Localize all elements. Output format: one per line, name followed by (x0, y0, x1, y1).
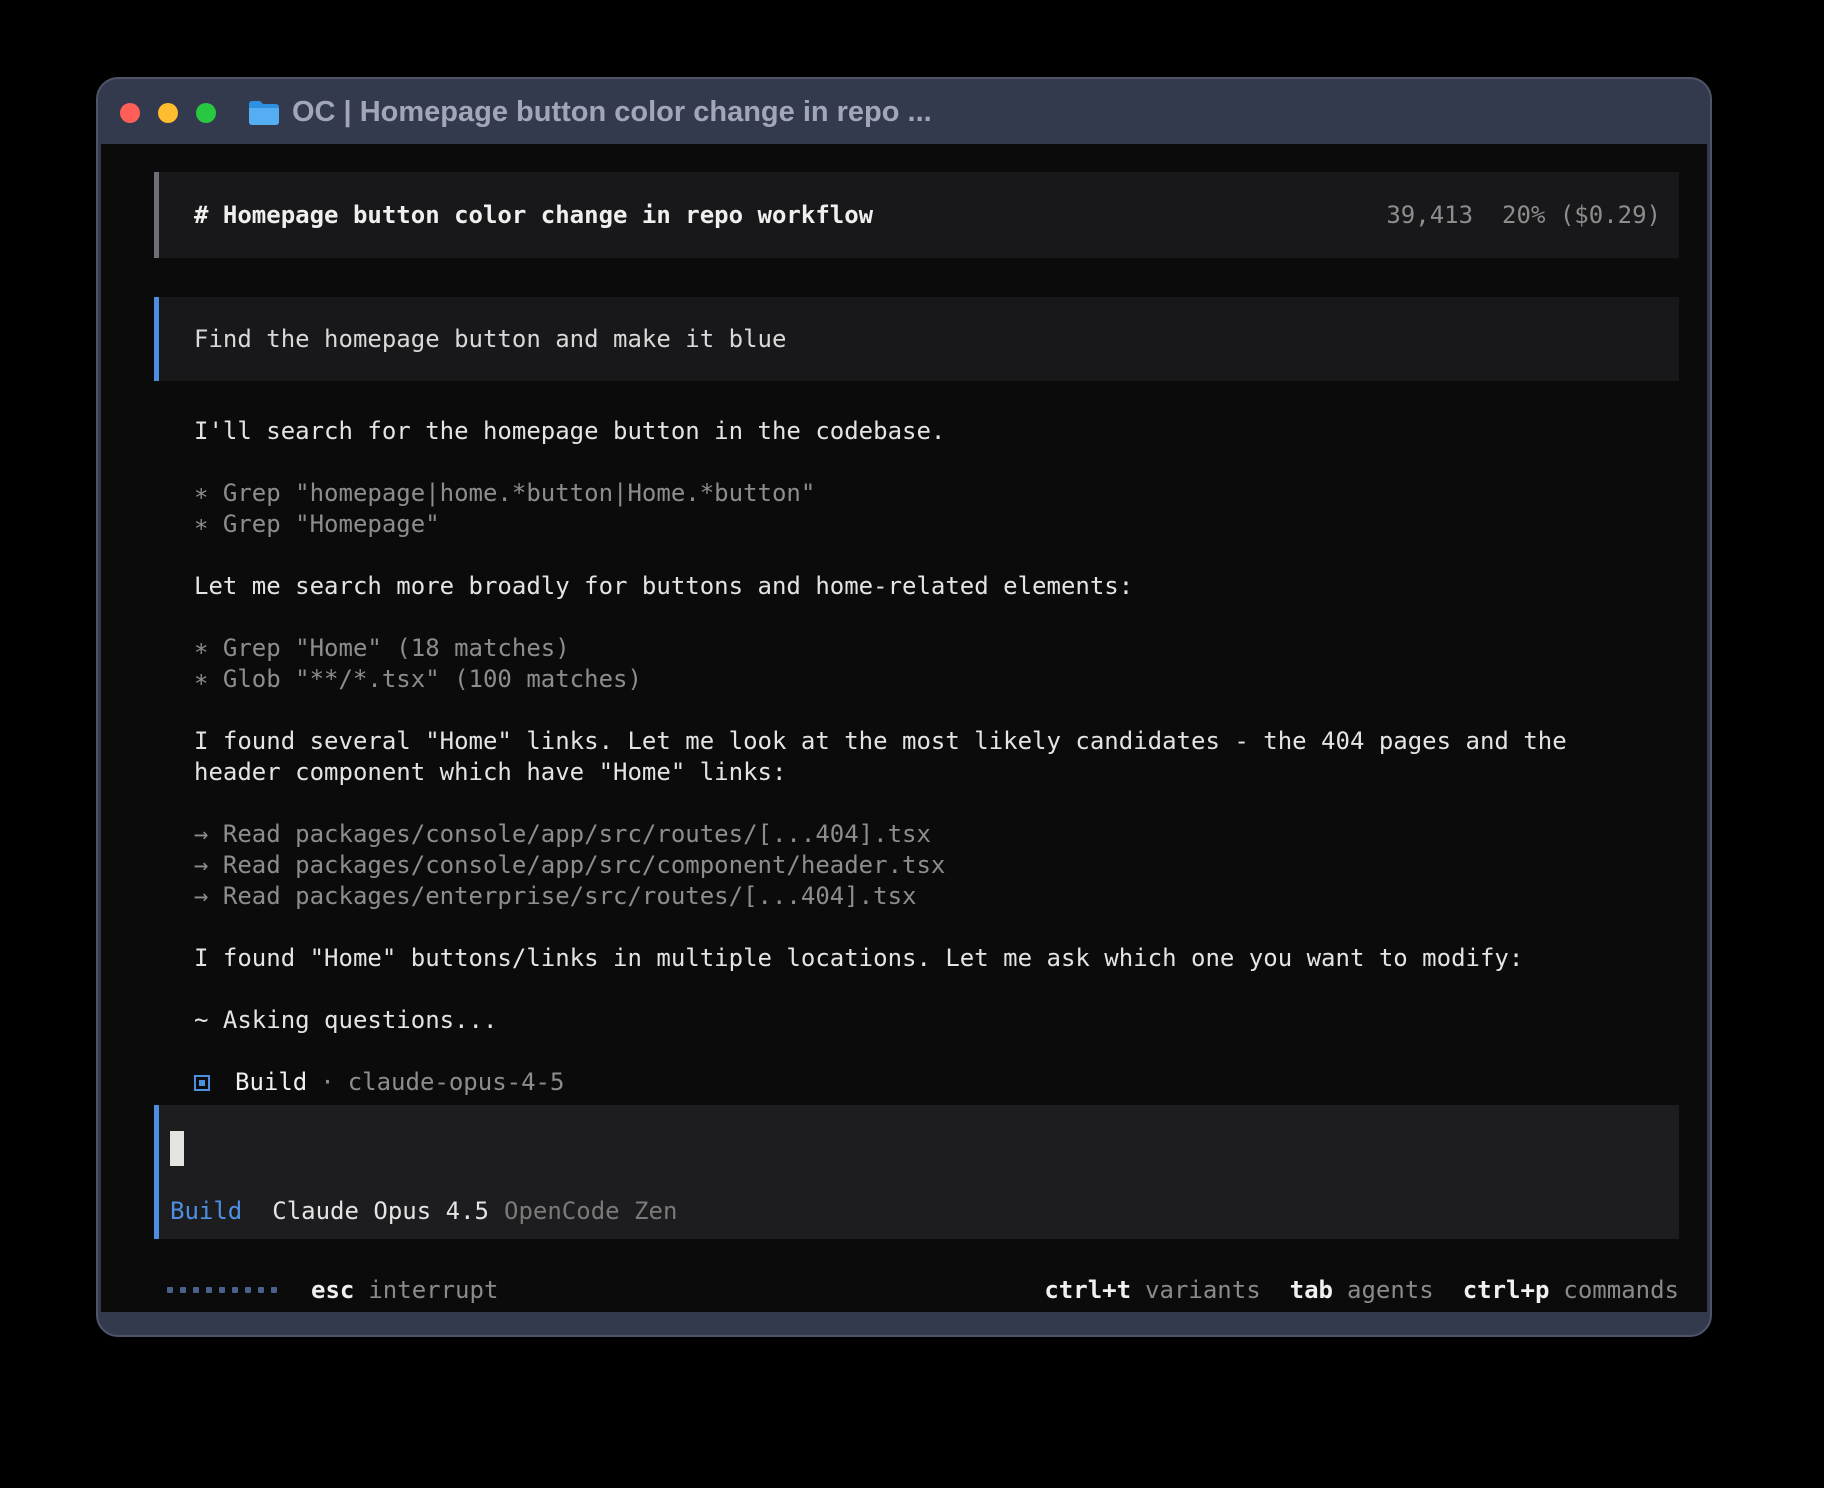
status-left: esc interrupt (154, 1276, 498, 1304)
transcript-line: → Read packages/console/app/src/routes/[… (194, 819, 1684, 850)
spinner-dot (258, 1287, 264, 1293)
shortcut-key: tab (1290, 1276, 1333, 1304)
agent-badge-name: Build (235, 1067, 307, 1098)
context-cost: 20% ($0.29) (1502, 201, 1661, 229)
transcript-line: ∗ Grep "Homepage" (194, 509, 1684, 540)
provider-label: OpenCode Zen (504, 1197, 677, 1225)
transcript-line: ∗ Grep "homepage|home.*button|Home.*butt… (194, 478, 1684, 509)
esc-key-label: esc (311, 1276, 354, 1304)
transcript-line (194, 695, 1684, 726)
status-bar: esc interrupt ctrl+t variants tab agents… (154, 1274, 1679, 1305)
session-title: # Homepage button color change in repo w… (194, 201, 873, 229)
transcript-line: header component which have "Home" links… (194, 757, 1684, 788)
folder-icon (248, 100, 280, 126)
agent-square-icon (194, 1075, 210, 1091)
transcript-line: Let me search more broadly for buttons a… (194, 571, 1684, 602)
transcript-line (194, 912, 1684, 943)
transcript-line: → Read packages/console/app/src/componen… (194, 850, 1684, 881)
spinner-dot (219, 1287, 225, 1293)
transcript-line: → Read packages/enterprise/src/routes/[.… (194, 881, 1684, 912)
shortcut-key: ctrl+p (1463, 1276, 1550, 1304)
user-message-text: Find the homepage button and make it blu… (194, 325, 786, 353)
interrupt-label: interrupt (368, 1276, 498, 1304)
shortcut-label: variants (1145, 1276, 1261, 1304)
transcript-line (194, 788, 1684, 819)
spinner-dot (206, 1287, 212, 1293)
transcript-line (194, 540, 1684, 571)
prompt-input[interactable]: Build Claude Opus 4.5 OpenCode Zen (154, 1105, 1679, 1239)
spinner-dot (180, 1287, 186, 1293)
spinner-dot (193, 1287, 199, 1293)
model-label: Claude Opus 4.5 (272, 1197, 489, 1225)
agent-badge: Build · claude-opus-4-5 (194, 1067, 1684, 1098)
transcript-line: I'll search for the homepage button in t… (194, 416, 1684, 447)
transcript: I'll search for the homepage button in t… (194, 416, 1684, 1098)
shortcut-label: agents (1347, 1276, 1434, 1304)
agent-badge-model: claude-opus-4-5 (348, 1067, 565, 1098)
spinner-dots-icon (167, 1287, 277, 1293)
transcript-line (194, 974, 1684, 1005)
spinner-dot (232, 1287, 238, 1293)
transcript-line (194, 447, 1684, 478)
session-header: # Homepage button color change in repo w… (154, 172, 1679, 258)
token-count: 39,413 (1386, 201, 1473, 229)
shortcut-commands: ctrl+p commands (1463, 1276, 1679, 1304)
transcript-line: ∗ Glob "**/*.tsx" (100 matches) (194, 664, 1684, 695)
transcript-line (194, 1036, 1684, 1067)
text-cursor (170, 1131, 184, 1166)
spinner-dot (271, 1287, 277, 1293)
close-button[interactable] (120, 103, 140, 123)
status-shortcuts: ctrl+t variants tab agents ctrl+p comman… (1044, 1276, 1679, 1304)
window-title: OC | Homepage button color change in rep… (292, 96, 932, 129)
spinner-dot (245, 1287, 251, 1293)
minimize-button[interactable] (158, 103, 178, 123)
terminal-content: # Homepage button color change in repo w… (101, 144, 1707, 1312)
shortcut-label: commands (1563, 1276, 1679, 1304)
mode-label[interactable]: Build (170, 1197, 242, 1225)
transcript-line: I found several "Home" links. Let me loo… (194, 726, 1684, 757)
shortcut-agents: tab agents (1290, 1276, 1434, 1304)
transcript-line: ∗ Grep "Home" (18 matches) (194, 633, 1684, 664)
agent-badge-separator: · (320, 1067, 334, 1098)
transcript-line: ~ Asking questions... (194, 1005, 1684, 1036)
transcript-line: I found "Home" buttons/links in multiple… (194, 943, 1684, 974)
spinner-dot (167, 1287, 173, 1293)
shortcut-key: ctrl+t (1044, 1276, 1131, 1304)
transcript-line (194, 602, 1684, 633)
user-message: Find the homepage button and make it blu… (154, 297, 1679, 381)
session-stats: 39,413 20% ($0.29) (1386, 201, 1661, 229)
window-titlebar[interactable]: OC | Homepage button color change in rep… (98, 79, 1710, 146)
shortcut-variants: ctrl+t variants (1044, 1276, 1260, 1304)
zoom-button[interactable] (196, 103, 216, 123)
input-mode-row: Build Claude Opus 4.5 OpenCode Zen (170, 1197, 677, 1225)
terminal-window: OC | Homepage button color change in rep… (96, 77, 1712, 1337)
